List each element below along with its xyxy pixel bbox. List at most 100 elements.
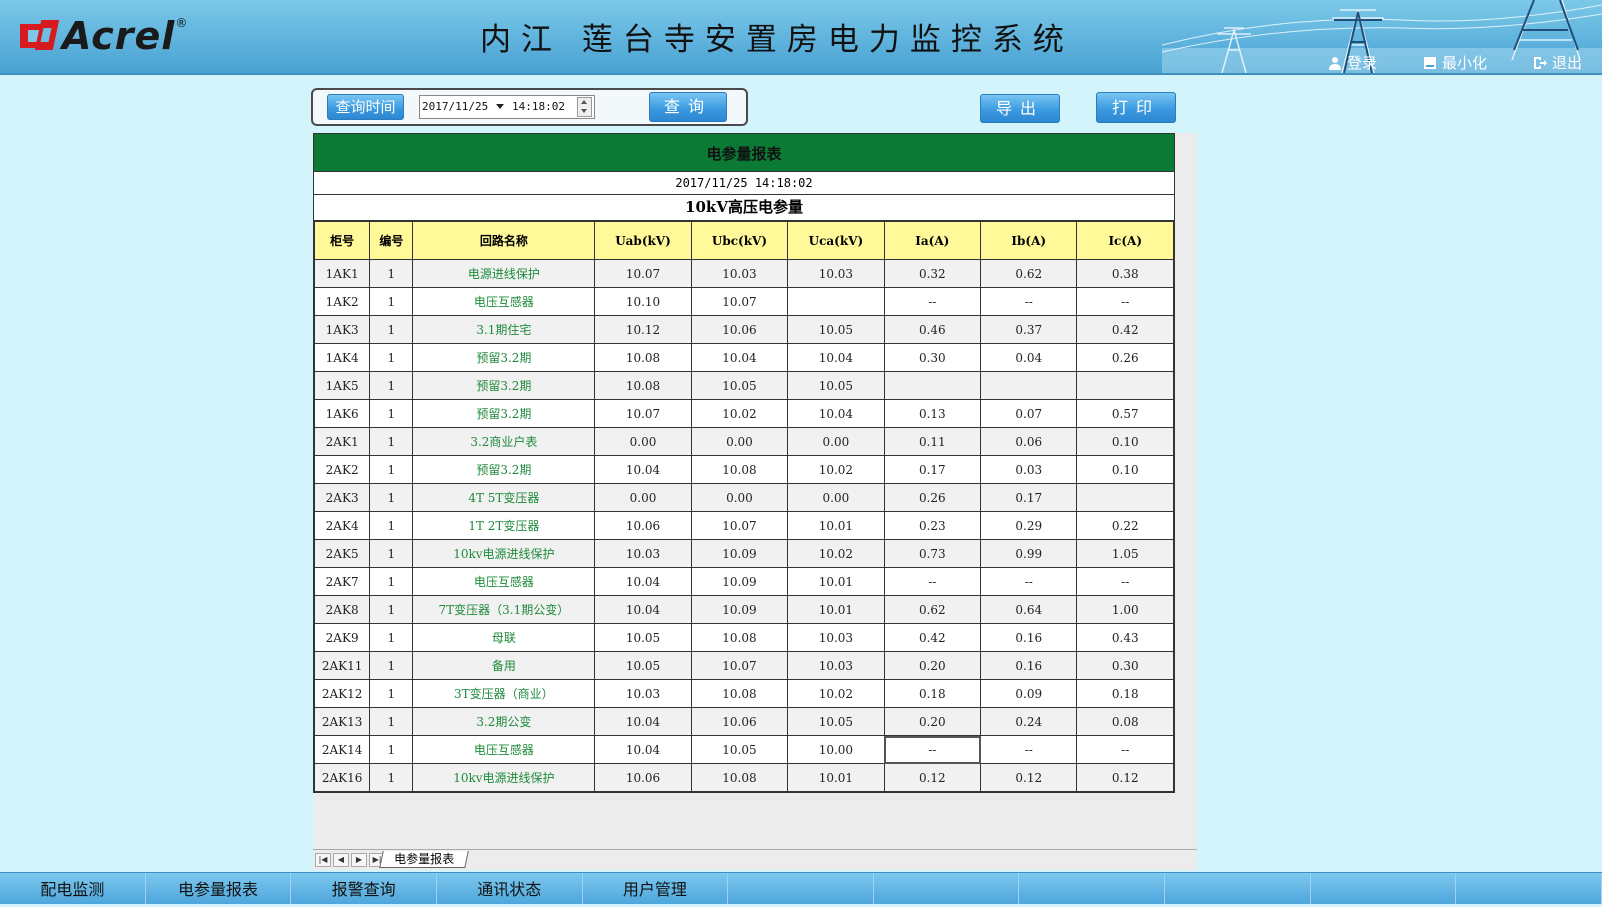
table-cell[interactable]: 0.22	[1076, 511, 1174, 540]
table-cell[interactable]: 0.20	[883, 707, 982, 736]
table-cell[interactable]: 10.07	[690, 651, 789, 680]
table-cell[interactable]: 10.06	[690, 707, 789, 736]
table-cell[interactable]: 0.18	[883, 679, 982, 708]
login-button[interactable]: 登录	[1328, 52, 1377, 73]
spinner-down-icon[interactable]	[581, 109, 587, 113]
table-cell[interactable]: 10.07	[690, 287, 789, 316]
table-cell[interactable]: 10.03	[594, 539, 692, 568]
table-cell[interactable]: --	[1076, 735, 1174, 764]
prev-sheet-icon[interactable]: ◀	[333, 853, 349, 867]
table-cell[interactable]: 0.46	[883, 315, 982, 344]
table-cell[interactable]: 10.08	[594, 371, 692, 400]
table-row[interactable]: 2AK3 1 4T 5T变压器 0.00 0.00 0.00 0.26 0.17	[313, 483, 1174, 512]
table-cell[interactable]: 0.06	[980, 427, 1078, 456]
circuit-name-cell[interactable]: 3T变压器（商业）	[412, 679, 596, 708]
table-cell[interactable]: 0.62	[980, 259, 1078, 288]
table-cell[interactable]: 10.05	[787, 371, 885, 400]
table-row[interactable]: 1AK5 1 预留3.2期 10.08 10.05 10.05	[313, 371, 1174, 400]
table-row[interactable]: 2AK11 1 备用 10.05 10.07 10.03 0.20 0.16 0.30	[313, 651, 1174, 680]
table-cell[interactable]: 1	[369, 623, 414, 652]
table-cell[interactable]: 0.38	[1076, 259, 1174, 288]
table-cell[interactable]: 10.12	[594, 315, 692, 344]
table-cell[interactable]: 10.02	[787, 539, 885, 568]
next-sheet-icon[interactable]: ▶	[351, 853, 367, 867]
circuit-name-cell[interactable]: 预留3.2期	[412, 399, 596, 428]
table-row[interactable]: 1AK6 1 预留3.2期 10.07 10.02 10.04 0.13 0.07 0.57	[313, 399, 1174, 428]
table-cell[interactable]: 0.37	[980, 315, 1078, 344]
circuit-name-cell[interactable]: 预留3.2期	[412, 371, 596, 400]
table-cell[interactable]: 0.29	[980, 511, 1078, 540]
table-cell[interactable]: 10.04	[594, 455, 692, 484]
table-cell[interactable]: 0.17	[883, 455, 982, 484]
table-cell[interactable]: 0.00	[690, 483, 789, 512]
table-cell[interactable]: 10.08	[690, 623, 789, 652]
table-cell[interactable]: 10.08	[690, 455, 789, 484]
circuit-name-cell[interactable]: 电压互感器	[412, 735, 596, 764]
minimize-button[interactable]: 最小化	[1423, 52, 1487, 73]
table-cell[interactable]: 10.06	[690, 315, 789, 344]
table-cell[interactable]: 10.03	[787, 651, 885, 680]
table-cell[interactable]: 0.30	[1076, 651, 1174, 680]
table-cell[interactable]: 10.02	[787, 679, 885, 708]
table-cell[interactable]: 0.00	[787, 483, 885, 512]
table-cell[interactable]: 2AK14	[313, 735, 371, 764]
table-cell[interactable]: 0.73	[883, 539, 982, 568]
table-cell[interactable]: 10.09	[690, 539, 789, 568]
table-cell[interactable]: 0.43	[1076, 623, 1174, 652]
circuit-name-cell[interactable]: 电压互感器	[412, 287, 596, 316]
table-cell[interactable]: 10.04	[690, 343, 789, 372]
nav-item-empty[interactable]	[1165, 873, 1311, 904]
table-cell[interactable]: 2AK3	[313, 483, 371, 512]
table-cell[interactable]: 1	[369, 567, 414, 596]
table-cell[interactable]: 1	[369, 343, 414, 372]
table-row[interactable]: 2AK4 1 1T 2T变压器 10.06 10.07 10.01 0.23 0.29 0.22	[313, 511, 1174, 540]
table-cell[interactable]: 10.02	[690, 399, 789, 428]
table-cell[interactable]: 10.03	[787, 259, 885, 288]
table-row[interactable]: 2AK13 1 3.2期公变 10.04 10.06 10.05 0.20 0.24 0.08	[313, 707, 1174, 736]
table-cell[interactable]: 10.07	[690, 511, 789, 540]
table-cell[interactable]: 10.03	[787, 623, 885, 652]
nav-item-4[interactable]: 用户管理	[583, 873, 729, 904]
table-cell[interactable]: 10.01	[787, 595, 885, 624]
table-cell[interactable]: --	[980, 567, 1078, 596]
table-cell[interactable]: 2AK2	[313, 455, 371, 484]
table-cell[interactable]: 0.26	[883, 483, 982, 512]
table-cell[interactable]: 0.57	[1076, 399, 1174, 428]
table-cell[interactable]: 0.12	[883, 763, 982, 792]
table-cell[interactable]: --	[883, 735, 982, 764]
circuit-name-cell[interactable]: 1T 2T变压器	[412, 511, 596, 540]
table-cell[interactable]: 2AK1	[313, 427, 371, 456]
table-row[interactable]: 2AK8 1 7T变压器（3.1期公变） 10.04 10.09 10.01 0.62 0.6…	[313, 595, 1174, 624]
table-cell[interactable]: 0.64	[980, 595, 1078, 624]
table-cell[interactable]: 0.12	[980, 763, 1078, 792]
table-cell[interactable]: 0.24	[980, 707, 1078, 736]
table-cell[interactable]: 0.18	[1076, 679, 1174, 708]
table-cell[interactable]	[980, 371, 1078, 400]
table-cell[interactable]: 10.05	[594, 651, 692, 680]
table-cell[interactable]: 10.08	[594, 343, 692, 372]
circuit-name-cell[interactable]: 母联	[412, 623, 596, 652]
circuit-name-cell[interactable]: 3.2期公变	[412, 707, 596, 736]
table-cell[interactable]: 0.26	[1076, 343, 1174, 372]
table-cell[interactable]: 10.01	[787, 763, 885, 792]
table-cell[interactable]: 10.09	[690, 567, 789, 596]
table-cell[interactable]: 1	[369, 595, 414, 624]
table-cell[interactable]: 10.05	[787, 707, 885, 736]
circuit-name-cell[interactable]: 预留3.2期	[412, 455, 596, 484]
nav-item-0[interactable]: 配电监测	[0, 873, 146, 904]
table-cell[interactable]	[787, 287, 885, 316]
table-cell[interactable]: 10.04	[787, 343, 885, 372]
exit-button[interactable]: 退出	[1533, 52, 1582, 73]
table-cell[interactable]: 1AK6	[313, 399, 371, 428]
table-cell[interactable]: 10.06	[594, 763, 692, 792]
table-cell[interactable]: 1	[369, 483, 414, 512]
table-cell[interactable]: 2AK7	[313, 567, 371, 596]
table-cell[interactable]: --	[980, 735, 1078, 764]
table-cell[interactable]	[883, 371, 982, 400]
table-cell[interactable]: 0.03	[980, 455, 1078, 484]
table-cell[interactable]: 2AK12	[313, 679, 371, 708]
table-cell[interactable]: 2AK13	[313, 707, 371, 736]
circuit-name-cell[interactable]: 10kv电源进线保护	[412, 763, 596, 792]
table-cell[interactable]: --	[1076, 567, 1174, 596]
table-cell[interactable]: 10.05	[690, 735, 789, 764]
